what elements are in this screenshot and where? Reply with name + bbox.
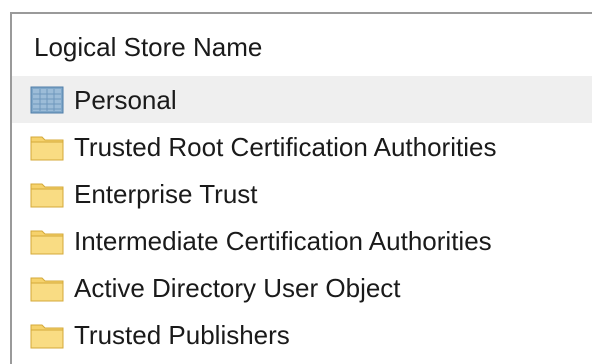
store-item-label: Intermediate Certification Authorities [74, 225, 492, 256]
store-item-trusted-root-certification-authorities[interactable]: Trusted Root Certification Authorities [12, 123, 592, 170]
store-item-personal[interactable]: Personal [12, 76, 592, 123]
store-item-trusted-publishers[interactable]: Trusted Publishers [12, 311, 592, 358]
folder-icon [30, 226, 64, 256]
store-list: Personal Trusted Root Certification Auth… [12, 76, 592, 364]
store-item-active-directory-user-object[interactable]: Active Directory User Object [12, 264, 592, 311]
store-item-enterprise-trust[interactable]: Enterprise Trust [12, 170, 592, 217]
column-header-logical-store-name[interactable]: Logical Store Name [12, 14, 592, 76]
store-item-intermediate-certification-authorities[interactable]: Intermediate Certification Authorities [12, 217, 592, 264]
folder-icon [30, 179, 64, 209]
store-item-label: Active Directory User Object [74, 272, 401, 303]
certificate-store-icon [30, 85, 64, 115]
store-item-label: Enterprise Trust [74, 178, 258, 209]
folder-icon [30, 132, 64, 162]
column-header-label: Logical Store Name [34, 32, 263, 62]
logical-store-list-pane: Logical Store Name Personal Trusted Root… [10, 12, 592, 364]
store-item-label: Trusted Root Certification Authorities [74, 131, 497, 162]
store-item-label: Personal [74, 84, 177, 115]
store-item-label: Trusted Publishers [74, 319, 290, 350]
folder-icon [30, 273, 64, 303]
folder-icon [30, 320, 64, 350]
